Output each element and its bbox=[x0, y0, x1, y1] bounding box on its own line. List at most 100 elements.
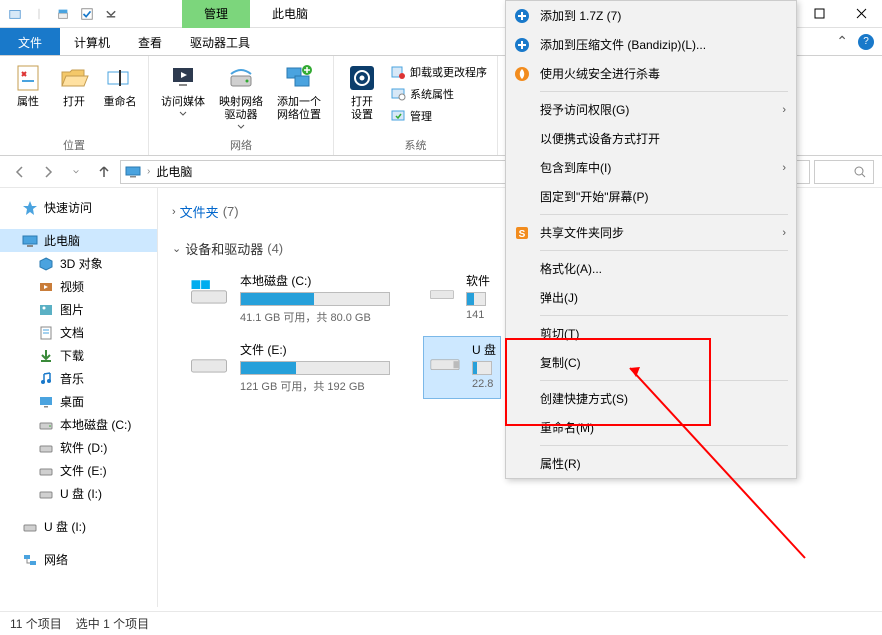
ctx-item-label: 创建快捷方式(S) bbox=[540, 390, 628, 407]
drive-d[interactable]: 软件 141 bbox=[424, 268, 494, 329]
desktop-icon bbox=[38, 394, 54, 410]
sidebar-item-music[interactable]: 音乐 bbox=[0, 367, 157, 390]
status-item-count: 11 个项目 bbox=[10, 615, 62, 632]
group-label-location: 位置 bbox=[6, 135, 142, 155]
search-icon bbox=[853, 165, 867, 179]
drive-icon bbox=[188, 341, 230, 381]
access-media-button[interactable]: 访问媒体 bbox=[155, 58, 211, 120]
ctx-item-9[interactable]: S共享文件夹同步› bbox=[506, 218, 796, 247]
access-media-icon bbox=[167, 62, 199, 94]
address-label: 此电脑 bbox=[156, 163, 192, 180]
qat-icon-1[interactable] bbox=[4, 3, 26, 25]
pc-icon bbox=[22, 233, 38, 249]
ctx-separator bbox=[540, 214, 788, 215]
ctx-item-label: 以便携式设备方式打开 bbox=[540, 130, 660, 147]
open-settings-button[interactable]: 打开 设置 bbox=[340, 58, 384, 126]
ctx-item-17[interactable]: 创建快捷方式(S) bbox=[506, 384, 796, 413]
sidebar-item-localc[interactable]: 本地磁盘 (C:) bbox=[0, 413, 157, 436]
qat-check[interactable] bbox=[76, 3, 98, 25]
ctx-item-1[interactable]: 添加到压缩文件 (Bandizip)(L)... bbox=[506, 30, 796, 59]
ctx-item-7[interactable]: 固定到"开始"屏幕(P) bbox=[506, 182, 796, 211]
help-icon[interactable]: ? bbox=[858, 34, 874, 50]
open-button[interactable]: 打开 bbox=[52, 58, 96, 113]
sidebar-item-udisk[interactable]: U 盘 (I:) bbox=[0, 482, 157, 505]
sidebar-item-udisk2[interactable]: U 盘 (I:) bbox=[0, 515, 157, 538]
sidebar-item-videos[interactable]: 视频 bbox=[0, 275, 157, 298]
sidebar-item-downloads[interactable]: 下载 bbox=[0, 344, 157, 367]
add-location-button[interactable]: 添加一个 网络位置 bbox=[271, 58, 327, 126]
ctx-item-5[interactable]: 以便携式设备方式打开 bbox=[506, 124, 796, 153]
qat-separator bbox=[28, 3, 50, 25]
ctx-separator bbox=[540, 91, 788, 92]
ctx-item-6[interactable]: 包含到库中(I)› bbox=[506, 153, 796, 182]
tab-view[interactable]: 查看 bbox=[124, 28, 176, 55]
ctx-item-20[interactable]: 属性(R) bbox=[506, 449, 796, 478]
download-icon bbox=[38, 348, 54, 364]
maximize-button[interactable] bbox=[798, 0, 840, 28]
ctx-item-14[interactable]: 剪切(T) bbox=[506, 319, 796, 348]
status-bar: 11 个项目 选中 1 个项目 bbox=[0, 611, 882, 635]
manage-tab[interactable]: 管理 bbox=[182, 0, 250, 28]
tab-drive-tools[interactable]: 驱动器工具 bbox=[176, 28, 264, 55]
sidebar-item-network[interactable]: 网络 bbox=[0, 548, 157, 571]
uninstall-icon bbox=[390, 64, 406, 80]
up-button[interactable] bbox=[92, 160, 116, 184]
tab-file[interactable]: 文件 bbox=[0, 28, 60, 55]
ctx-item-18[interactable]: 重命名(M) bbox=[506, 413, 796, 442]
star-icon bbox=[22, 200, 38, 216]
sidebar-item-3d[interactable]: 3D 对象 bbox=[0, 252, 157, 275]
drive-usb[interactable]: U 盘 22.8 bbox=[424, 337, 500, 398]
sidebar-item-pictures[interactable]: 图片 bbox=[0, 298, 157, 321]
ctx-item-11[interactable]: 格式化(A)... bbox=[506, 254, 796, 283]
uninstall-button[interactable]: 卸载或更改程序 bbox=[386, 62, 491, 82]
drive-e[interactable]: 文件 (E:) 121 GB 可用，共 192 GB bbox=[184, 337, 394, 398]
sidebar-item-desktop[interactable]: 桌面 bbox=[0, 390, 157, 413]
close-button[interactable] bbox=[840, 0, 882, 28]
sidebar-item-documents[interactable]: 文档 bbox=[0, 321, 157, 344]
ctx-item-label: 属性(R) bbox=[540, 455, 581, 472]
sidebar-item-file-e[interactable]: 文件 (E:) bbox=[0, 459, 157, 482]
map-drive-button[interactable]: 映射网络 驱动器 bbox=[213, 58, 269, 133]
drive-icon bbox=[428, 272, 456, 312]
window-title: 此电脑 bbox=[250, 0, 330, 28]
ctx-separator bbox=[540, 380, 788, 381]
ctx-item-12[interactable]: 弹出(J) bbox=[506, 283, 796, 312]
chevron-down-icon bbox=[179, 111, 187, 116]
ctx-item-label: 包含到库中(I) bbox=[540, 159, 611, 176]
usb-icon bbox=[22, 519, 38, 535]
drive-c[interactable]: 本地磁盘 (C:) 41.1 GB 可用，共 80.0 GB bbox=[184, 268, 394, 329]
tab-computer[interactable]: 计算机 bbox=[60, 28, 124, 55]
properties-button[interactable]: 属性 bbox=[6, 58, 50, 113]
ctx-separator bbox=[540, 315, 788, 316]
qat-dropdown[interactable] bbox=[100, 3, 122, 25]
ctx-item-4[interactable]: 授予访问权限(G)› bbox=[506, 95, 796, 124]
ribbon-collapse-icon[interactable]: ⌃ bbox=[836, 33, 848, 50]
back-button[interactable] bbox=[8, 160, 32, 184]
pc-icon bbox=[125, 166, 141, 178]
sidebar-item-soft-d[interactable]: 软件 (D:) bbox=[0, 436, 157, 459]
manage-button[interactable]: 管理 bbox=[386, 106, 491, 126]
sidebar-item-quick-access[interactable]: 快速访问 bbox=[0, 196, 157, 219]
qat-icon-2[interactable] bbox=[52, 3, 74, 25]
document-icon bbox=[38, 325, 54, 341]
status-selected: 选中 1 个项目 bbox=[76, 615, 149, 632]
ctx-item-0[interactable]: 添加到 1.7Z (7) bbox=[506, 1, 796, 30]
cube-icon bbox=[38, 256, 54, 272]
drive-icon bbox=[38, 417, 54, 433]
drive-icon bbox=[38, 440, 54, 456]
ctx-item-2[interactable]: 使用火绒安全进行杀毒 bbox=[506, 59, 796, 88]
quick-access-toolbar bbox=[0, 3, 122, 25]
usage-bar bbox=[472, 361, 492, 375]
recent-dropdown[interactable] bbox=[64, 160, 88, 184]
system-props-button[interactable]: 系统属性 bbox=[386, 84, 491, 104]
search-input[interactable] bbox=[814, 160, 874, 184]
sidebar: 快速访问 此电脑 3D 对象 视频 图片 文档 下载 音乐 bbox=[0, 188, 158, 607]
ctx-item-label: 弹出(J) bbox=[540, 289, 578, 306]
ctx-item-15[interactable]: 复制(C) bbox=[506, 348, 796, 377]
sidebar-item-thispc[interactable]: 此电脑 bbox=[0, 229, 157, 252]
group-label-network: 网络 bbox=[155, 135, 327, 155]
rename-button[interactable]: 重命名 bbox=[98, 58, 142, 113]
o-blue-icon bbox=[514, 8, 530, 24]
context-menu: 添加到 1.7Z (7)添加到压缩文件 (Bandizip)(L)...使用火绒… bbox=[505, 0, 797, 479]
forward-button[interactable] bbox=[36, 160, 60, 184]
